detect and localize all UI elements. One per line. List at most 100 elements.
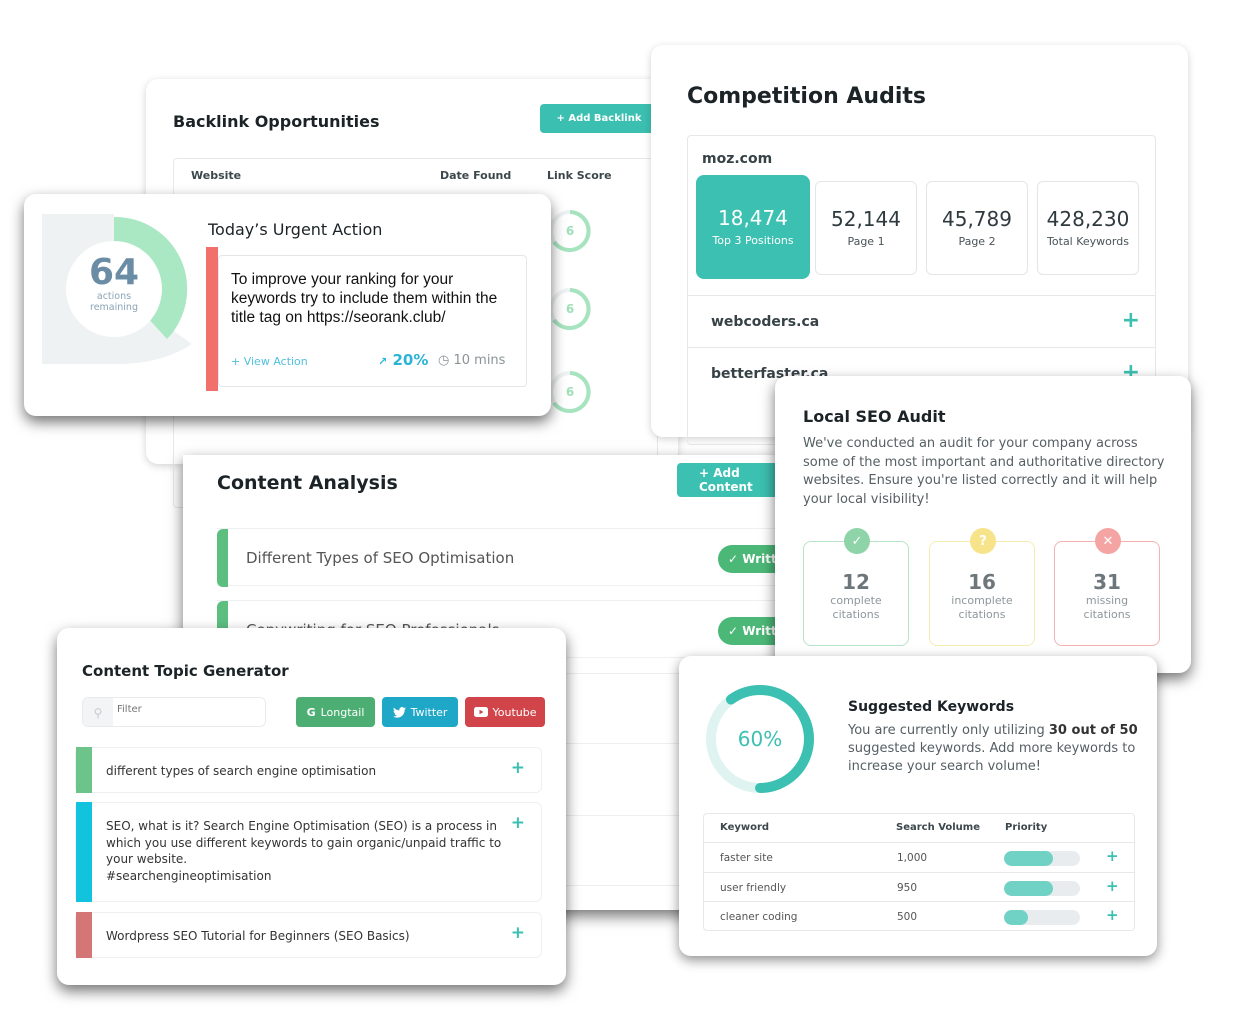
search-volume: 1,000 <box>897 852 928 864</box>
topic-text: SEO, what is it? Search Engine Optimisat… <box>106 818 506 884</box>
column-header-search-volume[interactable]: Search Volume <box>896 822 980 833</box>
add-keyword-plus-icon[interactable]: + <box>1106 877 1119 895</box>
local-seo-title: Local SEO Audit <box>803 407 946 426</box>
competitor-row[interactable]: webcoders.ca + <box>688 295 1155 347</box>
stat-total-keywords[interactable]: 428,230 Total Keywords <box>1037 181 1139 275</box>
link-score-ring: 6 <box>548 209 592 253</box>
search-icon: ⚲ <box>83 698 113 726</box>
priority-bar <box>1004 851 1080 866</box>
stat-value: 428,230 <box>1046 207 1130 231</box>
priority-fill <box>1004 851 1053 866</box>
link-score-value: 6 <box>565 224 575 238</box>
competition-title: Competition Audits <box>687 84 926 109</box>
keyword-row[interactable]: user friendly 950 + <box>704 872 1134 901</box>
actions-remaining-label: actions remaining <box>62 291 166 313</box>
citation-label: citations <box>958 608 1006 621</box>
stat-value: 18,474 <box>718 206 788 230</box>
youtube-button[interactable]: Youtube <box>465 697 545 727</box>
clock-icon: ◷ <box>438 353 450 368</box>
link-score-value: 6 <box>565 302 575 316</box>
longtail-button[interactable]: G Longtail <box>296 697 375 727</box>
keyword-name: cleaner coding <box>720 911 798 923</box>
priority-fill <box>1004 910 1029 925</box>
local-seo-audit-card: Local SEO Audit We've conducted an audit… <box>775 376 1191 673</box>
add-keyword-plus-icon[interactable]: + <box>1106 847 1119 865</box>
column-header-priority[interactable]: Priority <box>1005 822 1047 833</box>
column-header-date-found[interactable]: Date Found <box>440 169 511 182</box>
label-line: actions <box>96 291 132 302</box>
topic-hashtag: #searchengineoptimisation <box>106 868 272 883</box>
backlink-title: Backlink Opportunities <box>173 112 380 131</box>
complete-citations[interactable]: ✓ 12 complete citations <box>803 528 909 646</box>
button-label: Longtail <box>320 705 365 719</box>
missing-citations[interactable]: ✕ 31 missing citations <box>1054 528 1160 646</box>
priority-bar <box>206 247 218 391</box>
column-header-keyword[interactable]: Keyword <box>720 822 769 833</box>
content-row[interactable]: Different Types of SEO Optimisation ✓ Wr… <box>217 528 798 587</box>
citation-label: incomplete <box>951 594 1013 607</box>
button-label: Twitter <box>410 705 448 719</box>
citation-label: missing <box>1085 594 1129 607</box>
citation-count: 31 <box>1093 570 1121 594</box>
add-content-button[interactable]: + Add Content <box>677 463 787 497</box>
add-plus-icon[interactable]: + <box>511 758 525 778</box>
button-label: Youtube <box>492 705 537 719</box>
youtube-icon <box>473 707 488 717</box>
google-icon: G <box>306 705 316 719</box>
stat-label: Top 3 Positions <box>712 234 794 247</box>
incomplete-citations[interactable]: ? 16 incomplete citations <box>929 528 1035 646</box>
add-plus-icon[interactable]: + <box>511 923 525 943</box>
topic-generator-title: Content Topic Generator <box>82 662 289 680</box>
topic-text: different types of search engine optimis… <box>106 764 377 778</box>
citation-label: complete <box>830 594 882 607</box>
keyword-name: user friendly <box>720 882 787 894</box>
competitor-name: webcoders.ca <box>711 314 820 330</box>
keyword-name: faster site <box>720 852 773 864</box>
content-title: Different Types of SEO Optimisation <box>246 549 515 567</box>
check-icon: ✓ <box>844 528 870 554</box>
desc-text: You are currently only utilizing <box>848 723 1049 738</box>
search-volume: 500 <box>897 911 918 923</box>
x-icon: ✕ <box>1095 528 1121 554</box>
suggested-keywords-description: You are currently only utilizing 30 out … <box>848 722 1138 776</box>
topic-color-bar <box>76 747 92 793</box>
add-backlink-button[interactable]: + Add Backlink <box>540 104 658 133</box>
link-score-ring: 6 <box>548 370 592 414</box>
stat-page-1[interactable]: 52,144 Page 1 <box>815 181 917 275</box>
primary-site-name: moz.com <box>702 151 773 167</box>
topic-item[interactable]: Wordpress SEO Tutorial for Beginners (SE… <box>75 912 542 958</box>
add-keyword-plus-icon[interactable]: + <box>1106 906 1119 924</box>
keyword-row[interactable]: cleaner coding 500 + <box>704 901 1134 930</box>
link-score-value: 6 <box>565 385 575 399</box>
twitter-button[interactable]: Twitter <box>382 697 458 727</box>
search-volume: 950 <box>897 882 918 894</box>
stat-page-2[interactable]: 45,789 Page 2 <box>926 181 1028 275</box>
desc-text: suggested keywords. Add more keywords to… <box>848 741 1136 774</box>
stat-value: 52,144 <box>831 207 901 231</box>
stat-top-3-positions[interactable]: 18,474 Top 3 Positions <box>696 175 810 279</box>
link-score-ring: 6 <box>548 287 592 331</box>
view-action-link[interactable]: + View Action <box>231 355 308 368</box>
filter-field[interactable]: ⚲ <box>82 697 266 727</box>
twitter-icon <box>392 706 406 718</box>
filter-input[interactable] <box>117 704 257 715</box>
topic-color-bar <box>76 912 92 958</box>
add-plus-icon[interactable]: + <box>511 813 525 833</box>
check-icon: ✓ <box>728 552 743 566</box>
suggested-keywords-title: Suggested Keywords <box>848 699 1015 715</box>
column-header-link-score[interactable]: Link Score <box>547 169 612 182</box>
urgent-action-card: 64 actions remaining Today’s Urgent Acti… <box>24 194 551 416</box>
stat-label: Page 2 <box>958 235 996 248</box>
local-seo-description: We've conducted an audit for your compan… <box>803 436 1165 507</box>
expand-plus-icon[interactable]: + <box>1122 308 1140 333</box>
column-header-website[interactable]: Website <box>191 169 241 182</box>
status-bar <box>217 529 228 587</box>
question-icon: ? <box>970 528 996 554</box>
topic-item[interactable]: SEO, what is it? Search Engine Optimisat… <box>75 802 542 902</box>
keyword-row[interactable]: faster site 1,000 + <box>704 842 1134 871</box>
impact-text: 20% <box>392 351 429 369</box>
urgent-action-title: Today’s Urgent Action <box>208 220 383 239</box>
label-line: remaining <box>90 302 138 313</box>
topic-item[interactable]: different types of search engine optimis… <box>75 747 542 793</box>
duration-text: 10 mins <box>453 353 506 368</box>
